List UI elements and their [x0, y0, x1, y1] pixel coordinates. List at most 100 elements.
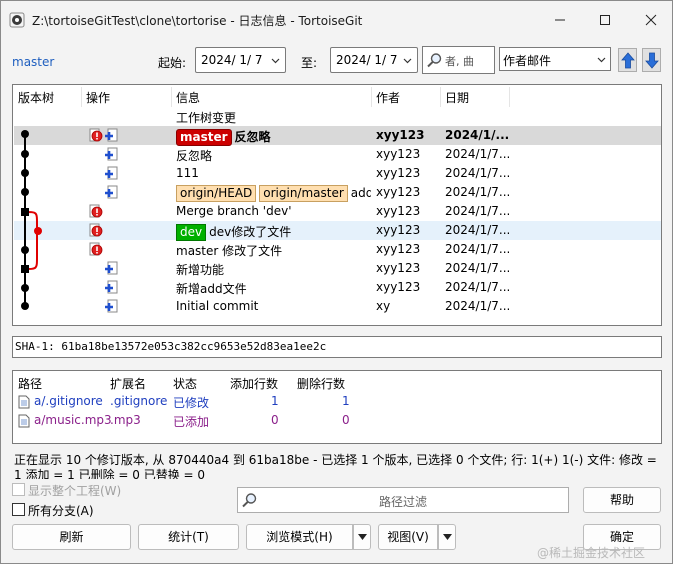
log-row[interactable]: 新增add文件 xyy123 2024/1/7...	[14, 278, 661, 297]
sha-field[interactable]: SHA-1: 61ba18be13572e053c382cc9653e52d83…	[12, 336, 662, 358]
search-field-select[interactable]: 作者邮件	[499, 47, 611, 71]
ref-tag: origin/master	[259, 185, 348, 202]
column-header-deleted-lines[interactable]: 删除行数	[297, 375, 345, 392]
revision-graph	[21, 130, 42, 310]
ref-tag: master	[176, 129, 232, 146]
file-icon	[18, 414, 30, 428]
all-branches-label: 所有分支(A)	[28, 504, 94, 518]
log-date: 2024/1/7...	[445, 147, 509, 161]
column-divider[interactable]	[440, 87, 441, 107]
log-author: xyy123	[376, 280, 421, 294]
file-path[interactable]: a/.gitignore	[34, 394, 103, 408]
show-whole-project-checkbox[interactable]	[12, 483, 25, 496]
minimize-icon[interactable]	[549, 9, 571, 31]
log-author: xyy123	[376, 166, 421, 180]
column-header-author[interactable]: 作者	[376, 89, 400, 106]
log-date: 2024/1/7...	[445, 166, 509, 180]
log-row[interactable]: 反忽略 xyy123 2024/1/7...	[14, 145, 661, 164]
arrow-up-icon	[621, 52, 635, 69]
search-placeholder: 者, 曲	[445, 55, 474, 68]
column-header-path[interactable]: 路径	[18, 375, 42, 392]
added-file-icon	[105, 280, 118, 294]
view-mode-dropdown[interactable]	[353, 524, 371, 550]
log-message-text: master 修改了文件	[176, 244, 283, 258]
log-message-text: add ig...	[350, 186, 371, 200]
log-row[interactable]: Initial commit xy 2024/1/7...	[14, 297, 661, 316]
log-row[interactable]: master 修改了文件 xyy123 2024/1/7...	[14, 240, 661, 259]
log-author: xyy123	[376, 223, 421, 237]
file-deleted-lines: 1	[342, 394, 350, 408]
column-header-message[interactable]: 信息	[176, 89, 200, 106]
previous-page-button[interactable]	[618, 48, 637, 72]
column-divider[interactable]	[171, 87, 172, 107]
next-page-button[interactable]	[642, 48, 661, 72]
from-date-label: 起始:	[158, 56, 187, 70]
log-author: xyy123	[376, 147, 421, 161]
log-date: 2024/1/7...	[445, 299, 509, 313]
to-date-label: 至:	[301, 56, 318, 70]
log-message: 新增功能	[176, 261, 371, 278]
column-header-status[interactable]: 状态	[173, 375, 197, 392]
log-row[interactable]: 工作树变更	[14, 107, 661, 126]
all-branches-checkbox[interactable]	[12, 503, 25, 516]
log-row[interactable]: origin/HEADorigin/masteradd ig... xyy123 2…	[14, 183, 661, 202]
log-date: 2024/1/...	[445, 128, 509, 142]
column-divider[interactable]	[509, 87, 510, 107]
chevron-down-icon[interactable]	[597, 55, 606, 64]
view-dropdown[interactable]	[438, 524, 456, 550]
chevron-down-icon[interactable]	[271, 56, 280, 65]
column-header-extension[interactable]: 扩展名	[110, 375, 146, 392]
log-author: xyy123	[376, 128, 425, 142]
log-message: 新增add文件	[176, 280, 371, 297]
file-deleted-lines: 0	[342, 413, 350, 427]
file-path[interactable]: a/music.mp3	[34, 413, 112, 427]
log-message-text: 新增add文件	[176, 282, 247, 296]
log-row[interactable]: Merge branch 'dev' xyy123 2024/1/7...	[14, 202, 661, 221]
from-date-picker[interactable]: 2024/ 1/ 7	[195, 47, 286, 73]
log-date: 2024/1/7...	[445, 280, 509, 294]
tortoisegit-app-icon	[9, 12, 25, 28]
path-filter-input[interactable]: 路径过滤	[237, 487, 569, 513]
current-branch-link[interactable]: master	[12, 55, 54, 69]
file-status: 已添加	[173, 415, 210, 429]
caret-down-icon	[443, 534, 452, 540]
log-message: origin/HEADorigin/masteradd ig...	[176, 185, 371, 202]
log-message-text: Merge branch 'dev'	[176, 204, 292, 218]
log-row[interactable]: 新增功能 xyy123 2024/1/7...	[14, 259, 661, 278]
window-title: Z:\tortoiseGitTest\clone\tortorise - 日志信…	[32, 14, 363, 28]
log-row[interactable]: dev dev修改了文件 xyy123 2024/1/7...	[14, 221, 661, 241]
statistics-button[interactable]: 统计(T)	[138, 524, 239, 550]
revision-log-list[interactable]: 版本树 操作 信息 作者 日期 工作树变更 master 反忽略 xyy123 2024…	[12, 84, 662, 326]
added-file-icon	[105, 166, 118, 180]
log-message: 111	[176, 166, 371, 180]
chevron-down-icon[interactable]	[403, 56, 412, 65]
log-message: Initial commit	[176, 299, 371, 313]
show-whole-project-label: 显示整个工程(W)	[28, 484, 122, 498]
column-divider[interactable]	[371, 87, 372, 107]
ref-tag: dev	[176, 224, 207, 241]
changed-files-list[interactable]: 路径 扩展名 状态 添加行数 删除行数 a/.gitignore .gitigno…	[12, 370, 662, 444]
help-button[interactable]: 帮助	[583, 487, 661, 513]
file-extension: .gitignore	[110, 394, 168, 408]
log-row[interactable]: 111 xyy123 2024/1/7...	[14, 164, 661, 183]
maximize-icon[interactable]	[594, 9, 616, 31]
log-author: xyy123	[376, 204, 421, 218]
file-added-lines: 0	[271, 413, 279, 427]
column-header-date[interactable]: 日期	[445, 89, 469, 106]
log-author: xy	[376, 299, 391, 313]
log-message: master 反忽略	[176, 128, 371, 146]
log-date: 2024/1/7...	[445, 223, 509, 237]
view-mode-button[interactable]: 浏览模式(H)	[246, 524, 353, 550]
column-header-added-lines[interactable]: 添加行数	[230, 375, 278, 392]
search-icon	[427, 53, 442, 68]
added-file-icon	[105, 128, 118, 142]
view-button[interactable]: 视图(V)	[378, 524, 438, 550]
search-input[interactable]: 者, 曲	[422, 46, 495, 74]
to-date-picker[interactable]: 2024/ 1/ 7	[330, 47, 418, 73]
log-message-text: dev修改了文件	[209, 225, 292, 239]
refresh-button[interactable]: 刷新	[12, 524, 131, 550]
close-icon[interactable]	[640, 9, 662, 31]
log-date: 2024/1/7...	[445, 261, 509, 275]
file-added-lines: 1	[271, 394, 279, 408]
log-row[interactable]: master 反忽略 xyy123 2024/1/...	[14, 126, 661, 146]
